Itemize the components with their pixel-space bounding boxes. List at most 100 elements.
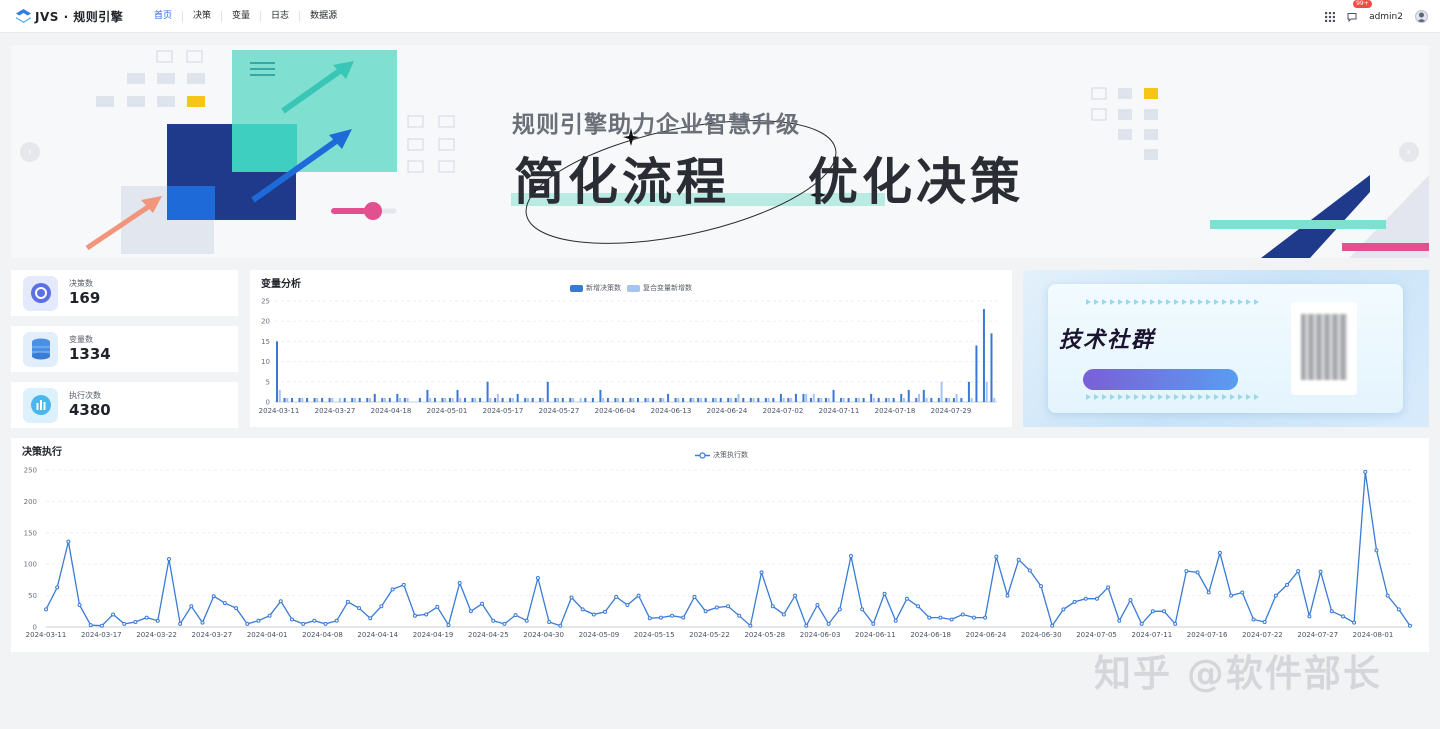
data-point (457, 581, 462, 586)
data-point (1150, 609, 1155, 614)
x-tick-label: 2024-03-17 (81, 631, 122, 639)
data-point (1083, 596, 1088, 601)
bar (682, 397, 685, 402)
data-point (971, 615, 976, 620)
stat-card-executions[interactable]: 执行次数 4380 (11, 382, 238, 428)
bar (278, 389, 281, 402)
data-point (815, 603, 820, 608)
apps-grid-icon[interactable] (1325, 11, 1336, 22)
data-point (256, 618, 261, 623)
data-point (904, 596, 909, 601)
variable-bar-chart: 0 5 10 15 20 25 2024-03-11 2024-03-27 2024-04-18… (259, 298, 997, 415)
nav-item-home[interactable]: 首页 (144, 0, 182, 33)
data-point (289, 617, 294, 622)
data-point (1005, 593, 1010, 598)
carousel-next-button[interactable]: › (1399, 142, 1419, 162)
nav-item-log[interactable]: 日志 (261, 0, 299, 33)
y-tick-label: 15 (261, 338, 270, 346)
data-point (278, 599, 283, 604)
data-point (547, 619, 552, 624)
community-promo-banner[interactable]: 技术社群 (1023, 270, 1429, 427)
app-logo[interactable]: JVS · 规则引擎 (16, 8, 138, 25)
bar (752, 397, 755, 402)
bar (689, 397, 692, 402)
bar (892, 397, 895, 402)
data-point (99, 623, 104, 628)
data-point (1139, 621, 1144, 626)
stat-card-variables[interactable]: 变量数 1334 (11, 326, 238, 372)
bar (644, 397, 647, 402)
data-point (1184, 569, 1189, 574)
bar (915, 397, 918, 402)
data-point (334, 618, 339, 623)
data-point (401, 582, 406, 587)
data-point (960, 612, 965, 617)
data-point (1128, 597, 1133, 602)
x-tick-label: 2024-04-18 (371, 407, 412, 415)
bar (614, 397, 617, 402)
data-point (211, 594, 216, 599)
bar (448, 397, 451, 402)
data-point (189, 604, 194, 609)
bar (737, 393, 740, 402)
data-point (155, 618, 160, 623)
bar (557, 397, 560, 402)
bar (985, 381, 988, 402)
bar (569, 397, 572, 402)
bar (331, 397, 334, 402)
qr-code (1291, 302, 1357, 395)
promo-title: 技术社群 (1059, 328, 1156, 353)
data-point (44, 607, 48, 612)
banner-subtitle: 规则引擎助力企业智慧升级 (512, 112, 800, 138)
bar (313, 397, 316, 402)
data-point (368, 616, 373, 621)
hero-banner: 规则引擎助力企业智慧升级 简化流程 优化决策 ‹ › (11, 45, 1429, 258)
nav-item-variable[interactable]: 变量 (222, 0, 260, 33)
bar (790, 397, 793, 402)
data-point (860, 607, 865, 612)
carousel-prev-button[interactable]: ‹ (20, 142, 40, 162)
data-point (1251, 617, 1256, 622)
bar (426, 389, 429, 402)
x-tick-label: 2024-07-27 (1297, 631, 1338, 639)
data-point (1195, 570, 1200, 575)
user-avatar-icon (1417, 12, 1426, 22)
bar (767, 397, 770, 402)
data-point (390, 587, 395, 592)
banner-title: 简化流程 优化决策 (514, 142, 1024, 214)
nav-item-decision[interactable]: 决策 (183, 0, 221, 33)
bar (677, 397, 680, 402)
x-tick-label: 2024-06-18 (910, 631, 951, 639)
main-nav: 首页 决策 变量 日志 数据源 (144, 0, 347, 33)
avatar[interactable] (1415, 10, 1428, 23)
banner-title-left: 简化流程 (514, 153, 730, 211)
username[interactable]: admin2 (1369, 12, 1403, 22)
data-point (55, 585, 60, 590)
bar (471, 397, 474, 402)
x-tick-label: 2024-07-22 (1242, 631, 1283, 639)
nav-item-datasource[interactable]: 数据源 (300, 0, 347, 33)
bar (494, 397, 497, 402)
x-tick-label: 2024-07-05 (1076, 631, 1117, 639)
bar (842, 397, 845, 402)
data-point (1396, 607, 1401, 612)
data-point (916, 604, 921, 609)
x-tick-label: 2024-06-13 (651, 407, 692, 415)
bar (358, 397, 361, 402)
bar (511, 397, 514, 402)
bar (541, 397, 544, 402)
bar (734, 397, 737, 402)
data-point (1340, 614, 1345, 619)
x-tick-label: 2024-05-28 (744, 631, 785, 639)
bar (772, 397, 775, 402)
messages-button[interactable]: 99+ (1347, 0, 1372, 26)
bar (433, 397, 436, 402)
x-tick-label: 2024-04-30 (523, 631, 564, 639)
stat-label: 决策数 (69, 279, 93, 288)
data-point (357, 606, 362, 611)
stat-card-decisions[interactable]: 决策数 169 (11, 270, 238, 316)
data-point (781, 612, 786, 617)
x-tick-label: 2024-07-02 (763, 407, 804, 415)
bar (283, 397, 286, 402)
bar (857, 397, 860, 402)
